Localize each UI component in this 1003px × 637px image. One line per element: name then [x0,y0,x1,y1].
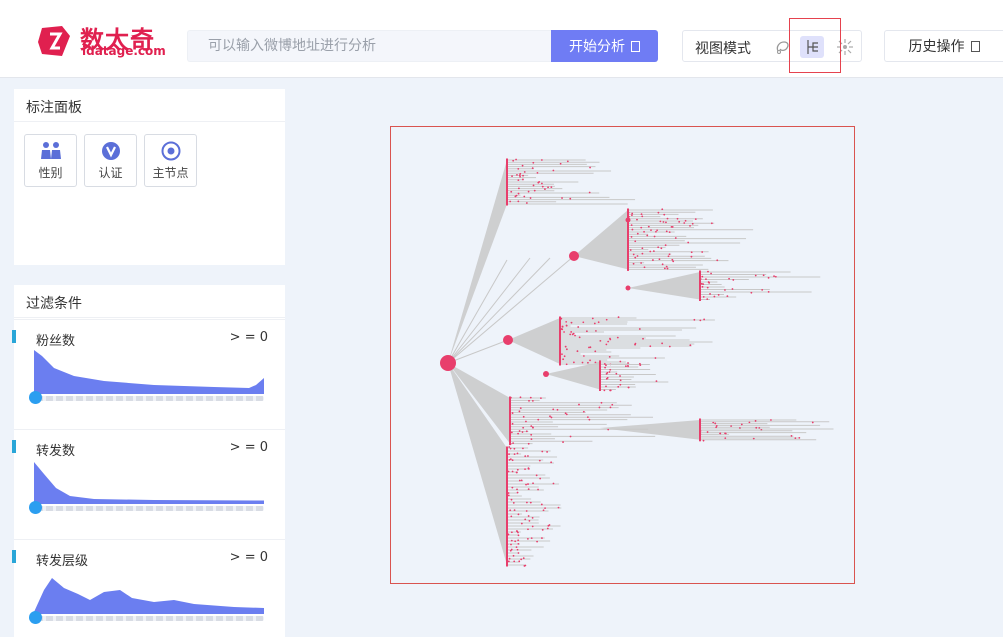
weibo-url-input[interactable] [188,31,552,61]
gender-button[interactable]: 性别 [24,134,77,187]
top-bar: 数太奇 idatage.com 开始分析 视图模式 历史操作 [0,0,1003,78]
filter-marker [12,550,16,563]
logo-domain: idatage.com [82,44,166,58]
followers-histogram [34,350,264,394]
filter-value: > = 0 [229,550,268,565]
filter-item-repost-level: 转发层级 > = 0 [12,539,285,637]
box-icon [631,40,640,52]
main-node-label: 主节点 [152,165,189,180]
history-button[interactable]: 历史操作 [884,30,1003,62]
verified-label: 认证 [98,165,123,180]
filter-label: 转发数 [36,444,76,459]
annotation-panel: 标注面板 性别 认证 主节点 [14,89,285,265]
logo[interactable]: 数太奇 idatage.com [36,22,166,60]
filter-item-followers: 粉丝数 > = 0 [12,319,285,427]
logo-mark-icon [38,26,70,56]
verified-button[interactable]: 认证 [84,134,137,187]
filter-panel-title: 过滤条件 [14,285,285,318]
main-node-icon [161,141,180,160]
start-analysis-label: 开始分析 [569,39,625,55]
reposts-histogram [34,462,264,504]
repost-level-slider-handle[interactable] [29,611,42,624]
verified-icon [101,141,120,160]
search-box [187,30,552,62]
filter-label: 转发层级 [36,554,89,569]
history-label: 历史操作 [908,39,965,55]
repost-level-histogram [34,578,264,614]
filter-value: > = 0 [229,440,268,455]
view-mode-label: 视图模式 [695,41,751,57]
repost-level-slider-track[interactable] [36,616,264,621]
view-mode-highlight [789,18,841,73]
filter-marker [12,440,16,453]
filter-label: 粉丝数 [36,334,76,349]
filter-value: > = 0 [229,330,268,345]
start-analysis-button[interactable]: 开始分析 [551,30,658,62]
reposts-slider-handle[interactable] [29,501,42,514]
box-icon [970,40,980,52]
filter-panel: 过滤条件 粉丝数 > = 0 转发数 > = 0 转发层级 > = 0 [12,285,285,637]
filter-item-reposts: 转发数 > = 0 [12,429,285,537]
followers-slider-handle[interactable] [29,391,42,404]
followers-slider-track[interactable] [36,396,264,401]
annotation-panel-title: 标注面板 [14,89,285,122]
filter-marker [12,330,16,343]
reposts-slider-track[interactable] [36,506,264,511]
main-node-button[interactable]: 主节点 [144,134,197,187]
tree-view-frame [390,126,855,584]
gender-label: 性别 [38,165,63,180]
gender-icon [40,141,61,159]
